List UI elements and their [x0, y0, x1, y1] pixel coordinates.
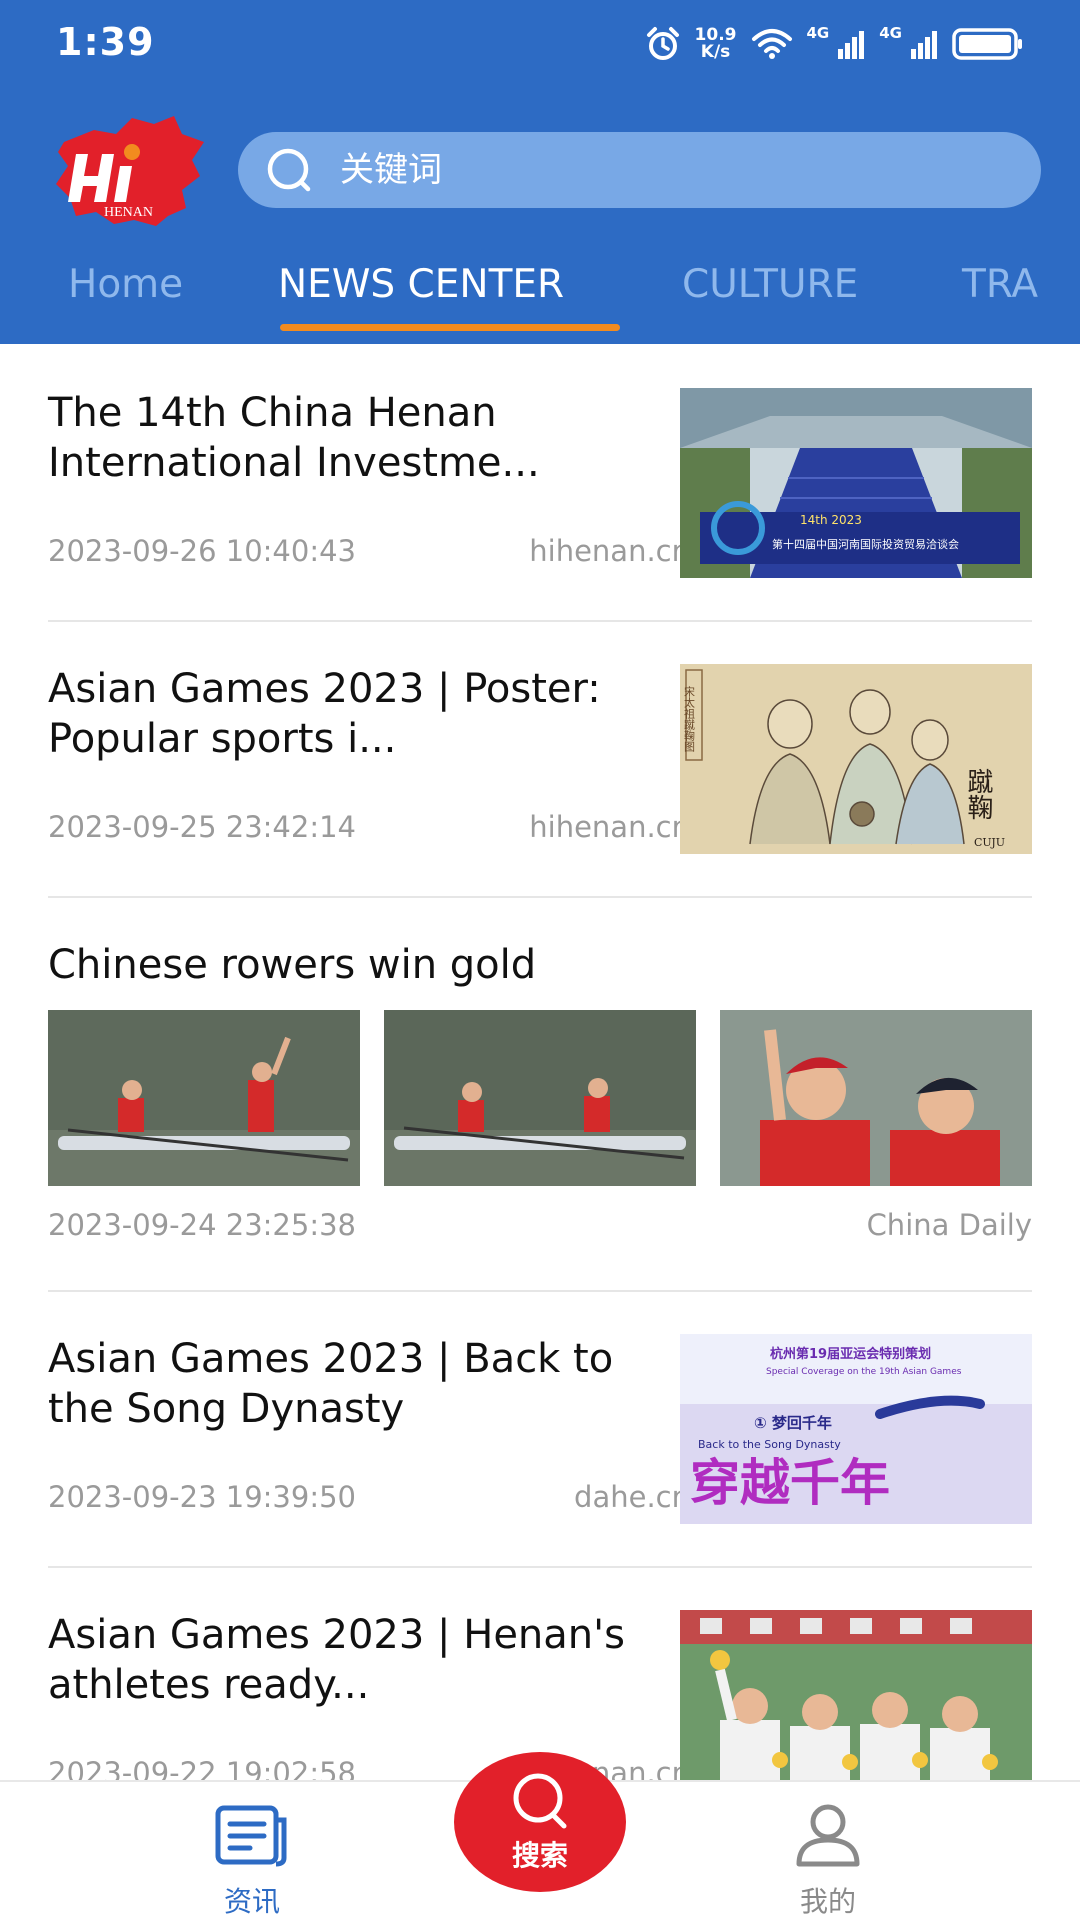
app-header: 1:39 10.9 K/s 4G 4G HENAN 关键词 Home NEWS … — [0, 0, 1080, 344]
search-bar[interactable] — [238, 132, 1041, 208]
tab-culture[interactable]: CULTURE — [682, 262, 858, 307]
news-item-title: Chinese rowers win gold — [48, 942, 537, 988]
thumb-caption-text: 第十四届中国河南国际投资贸易洽谈会 — [772, 537, 959, 551]
alarm-icon — [646, 27, 679, 60]
news-item-title: Asian Games 2023 | Back to the Song Dyna… — [48, 1336, 614, 1432]
feed-divider — [48, 1290, 1032, 1292]
feed-divider — [48, 896, 1032, 898]
news-item-thumbnail: 宋太祖蹴鞠图 蹴鞠 CUJU — [680, 664, 1032, 854]
news-item-date: 2023-09-23 19:39:50 — [48, 1480, 356, 1514]
logo-graphic: HENAN — [56, 116, 204, 226]
news-item-2[interactable]: Asian Games 2023 | Poster: Popular sport… — [48, 664, 1032, 854]
signal-2-label: 4G — [879, 24, 902, 42]
wifi-icon — [751, 29, 792, 59]
nav-news-button[interactable]: 资讯 — [172, 1802, 332, 1920]
signal-2-icon — [911, 31, 937, 59]
network-speed-unit: K/s — [700, 42, 731, 62]
news-item-thumbnail: 杭州第19届亚运会特别策划 Special Coverage on the 19… — [680, 1334, 1032, 1524]
news-item-date: 2023-09-22 19:02:58 — [48, 1756, 356, 1780]
news-item-source: China Daily — [866, 1208, 1032, 1242]
news-item-title: Asian Games 2023 | Poster: Popular sport… — [48, 666, 601, 762]
news-item-source: dahe.cn — [574, 1480, 690, 1514]
news-item-date: 2023-09-25 23:42:14 — [48, 810, 356, 844]
active-tab-indicator — [280, 324, 620, 331]
thumb-chars: 蹴鞠 — [963, 768, 993, 820]
news-item-image-2 — [384, 1010, 696, 1186]
search-fab-button[interactable]: 搜索 — [454, 1752, 626, 1892]
news-item-thumbnail — [680, 1610, 1032, 1780]
news-item-image-3 — [720, 1010, 1032, 1186]
category-tabs: Home NEWS CENTER CULTURE TRA — [0, 248, 1080, 344]
tab-home[interactable]: Home — [68, 262, 183, 307]
hi-henan-logo[interactable]: HENAN — [54, 112, 206, 228]
battery-icon — [952, 28, 1022, 60]
thumb-line-3: ① 梦回千年 — [754, 1414, 832, 1432]
news-item-date: 2023-09-26 10:40:43 — [48, 534, 356, 568]
thumb-big-text: 穿越千年 — [690, 1454, 890, 1512]
fab-search-label: 搜索 — [511, 1839, 568, 1872]
news-item-image-1 — [48, 1010, 360, 1186]
news-item-source: hihenan.cn — [529, 534, 690, 568]
fab-search-icon — [513, 1773, 567, 1829]
status-icons: 10.9 K/s 4G 4G — [645, 22, 1024, 66]
search-input[interactable] — [340, 150, 940, 190]
news-icon — [215, 1805, 287, 1867]
tab-news-center[interactable]: NEWS CENTER — [278, 262, 564, 307]
profile-icon — [796, 1804, 860, 1867]
signal-1-icon — [838, 31, 865, 59]
status-bar: 1:39 10.9 K/s 4G 4G — [0, 0, 1080, 90]
feed-divider — [48, 1566, 1032, 1568]
tab-tra[interactable]: TRA — [962, 262, 1038, 307]
news-item-thumbnail: 14th 2023 第十四届中国河南国际投资贸易洽谈会 — [680, 388, 1032, 578]
news-item-3[interactable]: Chinese rowers win gold 2023-09-24 23:25… — [48, 940, 1032, 1260]
news-feed[interactable]: The 14th China Henan International Inves… — [0, 344, 1080, 1780]
news-item-4[interactable]: Asian Games 2023 | Back to the Song Dyna… — [48, 1334, 1032, 1524]
thumb-vertical-text: 宋太祖蹴鞠图 — [683, 685, 696, 753]
search-icon — [267, 148, 311, 192]
thumb-line-1: 杭州第19届亚运会特别策划 — [770, 1346, 931, 1362]
thumb-badge-text: 14th 2023 — [800, 513, 862, 527]
nav-mine-button[interactable]: 我的 — [748, 1802, 908, 1920]
news-item-1[interactable]: The 14th China Henan International Inves… — [48, 388, 1032, 578]
logo-subtext: HENAN — [104, 205, 153, 220]
news-item-date: 2023-09-24 23:25:38 — [48, 1208, 356, 1242]
nav-news-label: 资讯 — [223, 1885, 280, 1918]
thumb-caption: CUJU — [974, 836, 1005, 849]
network-speed: 10.9 K/s — [695, 27, 737, 61]
thumb-line-2: Special Coverage on the 19th Asian Games — [766, 1367, 962, 1377]
thumb-line-4: Back to the Song Dynasty — [698, 1438, 841, 1451]
feed-divider — [48, 620, 1032, 622]
signal-1-label: 4G — [806, 24, 830, 42]
news-item-title: Asian Games 2023 | Henan's athletes read… — [48, 1612, 625, 1708]
status-time: 1:39 — [56, 20, 155, 64]
news-item-source: hihenan.cn — [529, 810, 690, 844]
nav-mine-label: 我的 — [799, 1885, 856, 1918]
news-item-title: The 14th China Henan International Inves… — [48, 390, 540, 486]
